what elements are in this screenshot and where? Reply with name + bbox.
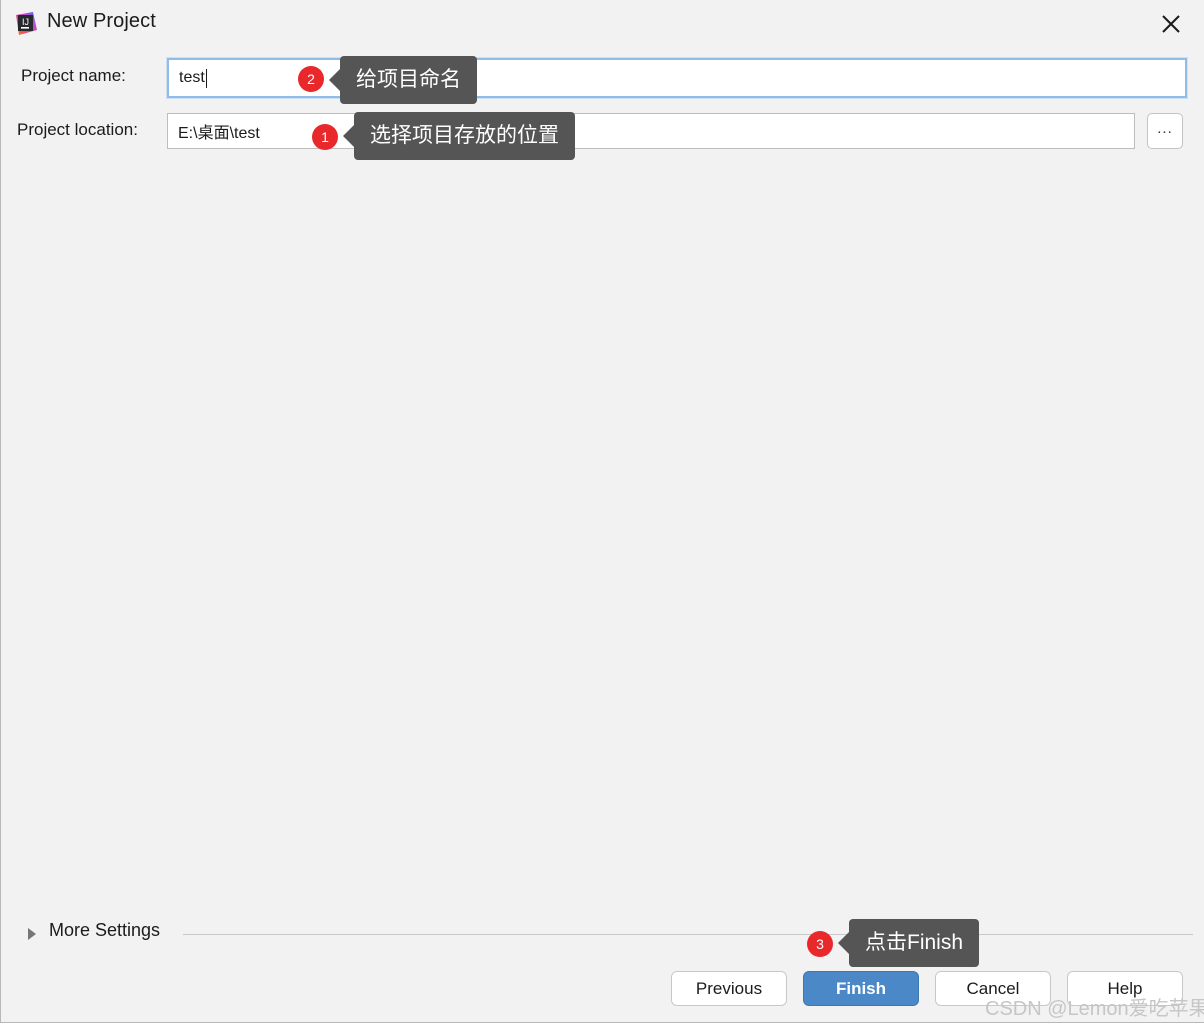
annotation-badge-3: 3 (807, 931, 833, 957)
chevron-right-icon[interactable] (28, 928, 36, 940)
intellij-idea-icon: IJ (13, 11, 38, 36)
project-name-label: Project name: (21, 66, 126, 85)
new-project-dialog: IJ New Project Project name: test Projec… (0, 0, 1204, 1023)
annotation-tooltip-2: 给项目命名 (329, 56, 477, 104)
project-location-value: E:\桌面\test (178, 125, 260, 142)
more-settings-section[interactable]: More Settings (1, 920, 1204, 950)
title-bar: IJ New Project (1, 0, 1204, 47)
page-title: New Project (47, 10, 156, 32)
annotation-tooltip-3: 点击Finish (837, 919, 980, 967)
finish-button[interactable]: Finish (803, 971, 919, 1006)
annotation-badge-1: 1 (312, 124, 338, 150)
previous-button[interactable]: Previous (671, 971, 787, 1006)
project-location-label: Project location: (17, 120, 138, 139)
section-divider (183, 934, 1193, 935)
browse-folder-button[interactable]: ... (1147, 113, 1183, 149)
text-caret (205, 68, 207, 88)
close-icon[interactable] (1155, 8, 1187, 40)
project-name-value: test (179, 69, 205, 86)
more-settings-label[interactable]: More Settings (49, 920, 160, 941)
annotation-tooltip-1: 选择项目存放的位置 (343, 112, 575, 160)
annotation-badge-2: 2 (298, 66, 324, 92)
watermark: CSDN @Lemon爱吃苹果 (985, 998, 1204, 1020)
svg-text:IJ: IJ (22, 17, 29, 27)
